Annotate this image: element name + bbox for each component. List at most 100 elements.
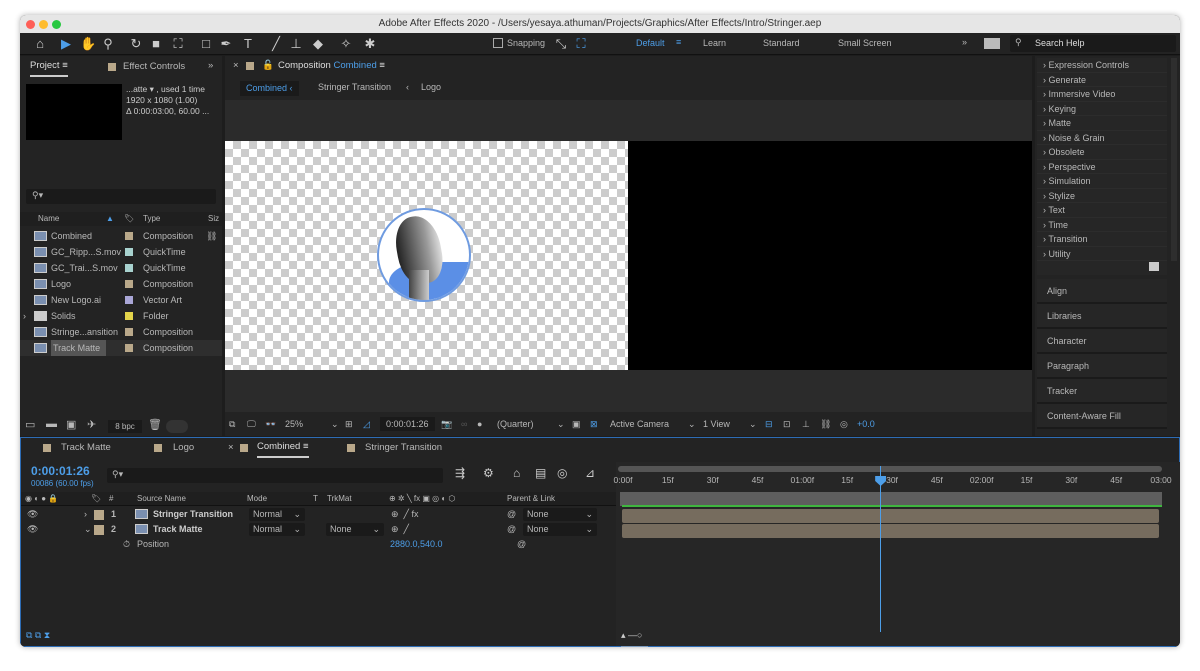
- project-item[interactable]: Track Matte Composition: [20, 340, 222, 356]
- effect-category[interactable]: › Transition: [1037, 232, 1167, 247]
- close-window-button[interactable]: [26, 20, 35, 29]
- effect-category[interactable]: › Stylize: [1037, 189, 1167, 203]
- tab-project[interactable]: Project ≡: [30, 57, 68, 77]
- roto-brush-tool-icon[interactable]: ✧: [338, 36, 354, 52]
- label-swatch[interactable]: [94, 525, 104, 535]
- project-search-input[interactable]: ⚲▾: [26, 189, 216, 204]
- camera-dropdown[interactable]: Active Camera ⌄: [610, 413, 700, 435]
- minimize-window-button[interactable]: [39, 20, 48, 29]
- work-area-bar[interactable]: [620, 492, 1162, 506]
- layer-switches-toggle-icon[interactable]: ⧉ ⧉ ⧗: [26, 630, 50, 641]
- current-time-field[interactable]: 0:00:01:26: [380, 417, 435, 431]
- label-swatch[interactable]: [125, 312, 133, 320]
- tab-logo[interactable]: Logo: [173, 438, 194, 458]
- clone-stamp-tool-icon[interactable]: ⊥: [288, 36, 304, 52]
- bit-depth-button[interactable]: 8 bpc: [108, 420, 142, 433]
- effect-category[interactable]: › Utility: [1037, 247, 1167, 261]
- tab-stringer-transition[interactable]: Stringer Transition: [365, 438, 442, 458]
- playhead[interactable]: [875, 466, 887, 632]
- current-time-display[interactable]: 0:00:01:26: [31, 464, 90, 478]
- switches[interactable]: ⊕ ╱ fx: [391, 507, 418, 522]
- column-name[interactable]: Name: [38, 212, 59, 226]
- project-item[interactable]: Combined Composition ⛓: [20, 228, 222, 244]
- hand-tool-icon[interactable]: ✋: [80, 36, 96, 52]
- motion-blur-icon[interactable]: ◎: [557, 466, 567, 480]
- home-icon[interactable]: ⌂: [32, 36, 48, 52]
- sync-settings-icon[interactable]: [984, 38, 1000, 49]
- workspace-overflow-button[interactable]: »: [962, 37, 967, 47]
- pan-behind-tool-icon[interactable]: ⛶: [170, 36, 186, 52]
- project-item[interactable]: › Solids Folder: [20, 308, 222, 324]
- mode-dropdown[interactable]: Normal ⌄: [249, 523, 305, 536]
- effect-category[interactable]: › Generate: [1037, 73, 1167, 87]
- close-tab-icon[interactable]: ×: [228, 438, 234, 458]
- effect-category[interactable]: › Simulation: [1037, 174, 1167, 189]
- effect-category[interactable]: › Text: [1037, 203, 1167, 218]
- trkmat-dropdown[interactable]: None ⌄: [326, 523, 384, 536]
- column-type[interactable]: Type: [143, 212, 160, 226]
- timeline-search-input[interactable]: ⚲▾: [107, 468, 443, 483]
- effect-category[interactable]: › Noise & Grain: [1037, 131, 1167, 145]
- label-swatch[interactable]: [125, 248, 133, 256]
- breadcrumb-logo[interactable]: Logo: [421, 82, 441, 92]
- toggle[interactable]: [166, 420, 188, 433]
- timeline-icon[interactable]: ⊥: [802, 413, 810, 435]
- layer-name[interactable]: Stringer Transition: [153, 507, 233, 522]
- layer-row[interactable]: 👁 › 1 Stringer Transition Normal ⌄ ⊕ ╱ fx @ None…: [21, 507, 616, 522]
- label-swatch[interactable]: [94, 510, 104, 520]
- views-dropdown[interactable]: 1 View ⌄: [703, 413, 761, 435]
- label-swatch[interactable]: [125, 280, 133, 288]
- label-swatch[interactable]: [125, 328, 133, 336]
- effect-category[interactable]: › Time: [1037, 218, 1167, 232]
- snap-grid-icon[interactable]: ⛶: [573, 36, 589, 52]
- interpret-footage-icon[interactable]: ▭: [25, 418, 35, 431]
- switches[interactable]: ⊕ ╱: [391, 522, 409, 537]
- viewer[interactable]: [225, 100, 1032, 412]
- rectangle-tool-icon[interactable]: □: [198, 36, 214, 52]
- workspace-learn[interactable]: Learn: [703, 38, 726, 48]
- snap-option-icon[interactable]: ⤡: [553, 36, 569, 52]
- new-preset-icon[interactable]: [1149, 262, 1159, 271]
- layer-name[interactable]: Track Matte: [153, 522, 203, 537]
- layer-bar-track-matte[interactable]: [622, 524, 1159, 538]
- project-item[interactable]: GC_Trai...S.mov QuickTime: [20, 260, 222, 276]
- mask-visibility-icon[interactable]: 👓: [265, 413, 276, 435]
- workspace-small-screen[interactable]: Small Screen: [838, 38, 892, 48]
- show-snapshot-icon[interactable]: ∞: [461, 413, 467, 435]
- workspace-default[interactable]: Default: [636, 38, 665, 48]
- new-folder-icon[interactable]: ▬: [46, 418, 57, 430]
- flowchart-icon[interactable]: ⛓: [206, 228, 217, 244]
- new-composition-icon[interactable]: ▣: [66, 418, 76, 431]
- layer-row[interactable]: 👁 ⌄ 2 Track Matte Normal ⌄ None ⌄ ⊕ ╱ @ None ⌄: [21, 522, 616, 537]
- label-swatch[interactable]: [125, 344, 133, 352]
- effect-category[interactable]: › Perspective: [1037, 160, 1167, 174]
- time-navigator[interactable]: [618, 466, 1162, 472]
- shy-layers-icon[interactable]: ⌂: [513, 466, 520, 480]
- panel-paragraph[interactable]: Paragraph: [1037, 354, 1167, 379]
- selection-tool-icon[interactable]: ▶: [58, 36, 74, 52]
- always-preview-icon[interactable]: ⧉: [229, 413, 235, 435]
- puppet-pin-tool-icon[interactable]: ✱: [362, 36, 378, 52]
- channel-icon[interactable]: ●: [477, 413, 482, 435]
- render-queue-icon[interactable]: ✈: [87, 418, 96, 431]
- panel-overflow-button[interactable]: »: [208, 56, 213, 76]
- tab-effect-controls[interactable]: Effect Controls: [123, 57, 185, 77]
- panel-content-aware-fill[interactable]: Content-Aware Fill: [1037, 404, 1167, 429]
- zoom-dropdown[interactable]: 25% ⌄: [285, 413, 341, 435]
- eraser-tool-icon[interactable]: ◆: [310, 36, 326, 52]
- time-graph[interactable]: 0:00f 15f 30f 45f 01:00f 15f 30f 45f 02:00f 15f 30…: [614, 462, 1180, 646]
- pen-tool-icon[interactable]: ✒: [218, 36, 234, 52]
- transparency-grid-icon[interactable]: ⊠: [590, 413, 598, 435]
- region-of-interest-icon[interactable]: ◿: [363, 413, 370, 435]
- breadcrumb-stringer-transition[interactable]: Stringer Transition: [318, 82, 391, 92]
- exposure-reset-icon[interactable]: ◎: [840, 413, 848, 435]
- layer-bar-stringer-transition[interactable]: [622, 509, 1159, 523]
- parent-dropdown[interactable]: None ⌄: [523, 523, 597, 536]
- label-swatch[interactable]: [125, 232, 133, 240]
- search-help-input[interactable]: ⚲ Search Help: [1010, 35, 1176, 52]
- grid-options-icon[interactable]: ⊞: [345, 413, 353, 435]
- zoom-tool-icon[interactable]: ⚲: [100, 36, 116, 52]
- effect-category[interactable]: › Keying: [1037, 102, 1167, 116]
- panel-align[interactable]: Align: [1037, 279, 1167, 304]
- sort-ascending-icon[interactable]: ▲: [106, 212, 114, 226]
